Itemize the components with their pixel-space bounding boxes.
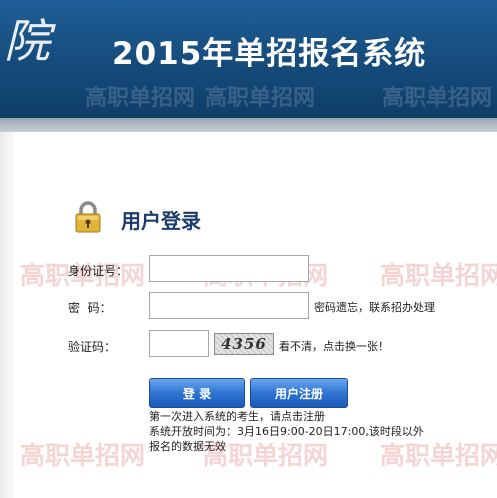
watermark-text: 高职单招网 (85, 86, 196, 111)
open-time-note: 系统开放时间为：3月16日9:00-20日17:00,该时段以外 (149, 425, 424, 438)
invalid-data-note: 报名的数据无效 (149, 440, 226, 453)
watermark-text: 高职单招网 (20, 441, 146, 470)
captcha-code: 4356 (221, 335, 267, 353)
watermark-text: 高职单招网 (382, 86, 493, 111)
watermark-text: 高职单招网 (380, 441, 497, 470)
watermark-text: 高职单招网 (205, 86, 316, 111)
header-banner: 院 2015年单招报名系统 高职单招网 高职单招网 高职单招网 (0, 0, 497, 118)
padlock-icon (75, 201, 101, 233)
captcha-label: 验证码： (68, 340, 117, 354)
login-title: 用户登录 (121, 209, 201, 233)
page-title: 2015年单招报名系统 (112, 36, 427, 72)
id-number-input[interactable] (149, 255, 309, 282)
captcha-input[interactable] (149, 330, 209, 357)
login-button[interactable]: 登 录 (149, 378, 245, 408)
password-forgot-hint: 密码遗忘，联系招办处理 (314, 301, 435, 314)
password-label: 密 码： (68, 301, 112, 315)
register-note: 第一次进入系统的考生，请点击注册 (149, 410, 325, 423)
captcha-refresh-link[interactable]: 看不清，点击换一张！ (279, 338, 389, 354)
id-number-label: 身份证号： (68, 264, 129, 278)
header-divider (0, 118, 497, 132)
watermark-text: 高职单招网 (380, 261, 497, 290)
captcha-image[interactable]: 4356 (214, 333, 274, 355)
logo-glyph: 院 (4, 14, 50, 68)
register-button[interactable]: 用户注册 (250, 378, 348, 408)
left-accent-bar (0, 132, 14, 498)
password-input[interactable] (149, 292, 309, 319)
